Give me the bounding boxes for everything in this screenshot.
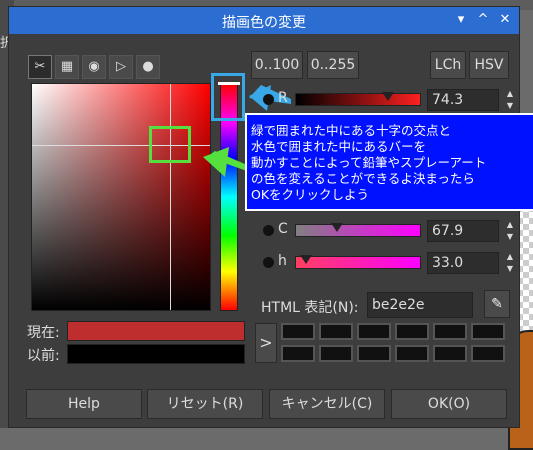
current-color-swatch — [67, 321, 245, 341]
history-swatch[interactable] — [281, 345, 315, 362]
add-history-button[interactable]: > — [255, 323, 277, 363]
close-icon[interactable]: ✕ — [497, 11, 513, 29]
history-swatch[interactable] — [319, 323, 353, 340]
channel-label: C — [278, 221, 288, 237]
channel-radio[interactable] — [263, 257, 274, 268]
scale-0-100-button[interactable]: 0..100 — [251, 51, 303, 79]
history-swatch[interactable] — [471, 323, 505, 340]
history-swatch[interactable] — [471, 345, 505, 362]
channel-slider[interactable] — [295, 256, 421, 269]
spin-down-icon[interactable]: ▼ — [503, 264, 517, 274]
reset-button[interactable]: リセット(R) — [147, 389, 263, 419]
triangle-icon[interactable]: ▷ — [109, 55, 133, 79]
watercolor-icon[interactable]: ◉ — [82, 55, 106, 79]
slider-handle[interactable] — [382, 92, 395, 101]
ok-button[interactable]: OK(O) — [391, 389, 507, 419]
callout-line: 水色で囲まれた中にあるバーを — [251, 139, 427, 154]
callout-line: 動かすことによって鉛筆やスプレーアート — [251, 155, 487, 170]
callout-line: 緑で囲まれた中にある十字の交点と — [251, 123, 452, 138]
spin-down-icon[interactable]: ▼ — [503, 101, 517, 111]
previous-color-swatch[interactable] — [67, 344, 245, 364]
palette-icon[interactable]: ● — [136, 55, 160, 79]
slider-handle[interactable] — [330, 223, 343, 232]
html-notation-label: HTML 表記(N): — [261, 300, 359, 316]
slider-handle[interactable] — [300, 255, 313, 264]
channel-value-field[interactable]: 74.3 — [427, 89, 499, 111]
history-swatch[interactable] — [319, 345, 353, 362]
history-swatch[interactable] — [433, 345, 467, 362]
history-swatch[interactable] — [395, 323, 429, 340]
callout-line: OKをクリックしよう — [251, 187, 370, 202]
crosshair-vertical — [170, 84, 171, 310]
color-picker-icon[interactable]: ✎ — [484, 290, 510, 318]
blue-highlight-box — [211, 73, 245, 121]
menu-down-icon[interactable]: ▾ — [453, 11, 469, 29]
lch-button[interactable]: LCh — [430, 51, 466, 79]
cancel-button[interactable]: キャンセル(C) — [269, 389, 385, 419]
spin-up-icon[interactable]: ▲ — [503, 220, 517, 230]
titlebar: 描画色の変更 ▾ ^ ✕ — [9, 7, 519, 34]
channel-slider[interactable] — [295, 224, 421, 237]
history-swatch[interactable] — [281, 323, 315, 340]
help-button[interactable]: Help — [26, 389, 142, 419]
previous-label: 以前: — [27, 348, 60, 364]
channel-radio[interactable] — [263, 225, 274, 236]
history-swatch[interactable] — [357, 323, 391, 340]
channel-slider[interactable] — [295, 93, 421, 106]
cmyk-icon[interactable]: ▦ — [55, 55, 79, 79]
color-dialog: 描画色の変更 ▾ ^ ✕ ✂ ▦ ◉ ▷ ● 0..100 0..255 LCh… — [8, 6, 533, 428]
saturation-value-picker[interactable] — [31, 83, 211, 311]
scale-0-255-button[interactable]: 0..255 — [307, 51, 359, 79]
green-arrow-icon — [203, 147, 247, 177]
instruction-callout: 緑で囲まれた中にある十字の交点と 水色で囲まれた中にあるバーを 動かすことによっ… — [245, 113, 533, 211]
history-swatch[interactable] — [395, 345, 429, 362]
spin-down-icon[interactable]: ▼ — [503, 232, 517, 242]
channel-radio[interactable] — [263, 94, 274, 105]
history-swatch[interactable] — [357, 345, 391, 362]
green-highlight-box — [149, 126, 191, 163]
dialog-title: 描画色の変更 — [222, 15, 306, 31]
hsv-button[interactable]: HSV — [469, 51, 509, 79]
html-notation-input[interactable]: be2e2e — [367, 292, 473, 318]
current-label: 現在: — [27, 325, 60, 341]
spin-up-icon[interactable]: ▲ — [503, 252, 517, 262]
callout-line: の色を変えることができるよ決まったら — [251, 171, 475, 186]
channel-value-field[interactable]: 33.0 — [427, 252, 499, 274]
channel-value-field[interactable]: 67.9 — [427, 220, 499, 242]
gimp-icon[interactable]: ✂ — [28, 55, 52, 79]
spin-up-icon[interactable]: ▲ — [503, 89, 517, 99]
channel-label: R — [278, 90, 288, 106]
history-swatch[interactable] — [433, 323, 467, 340]
channel-label: h — [278, 253, 287, 269]
collapse-icon[interactable]: ^ — [475, 11, 491, 29]
